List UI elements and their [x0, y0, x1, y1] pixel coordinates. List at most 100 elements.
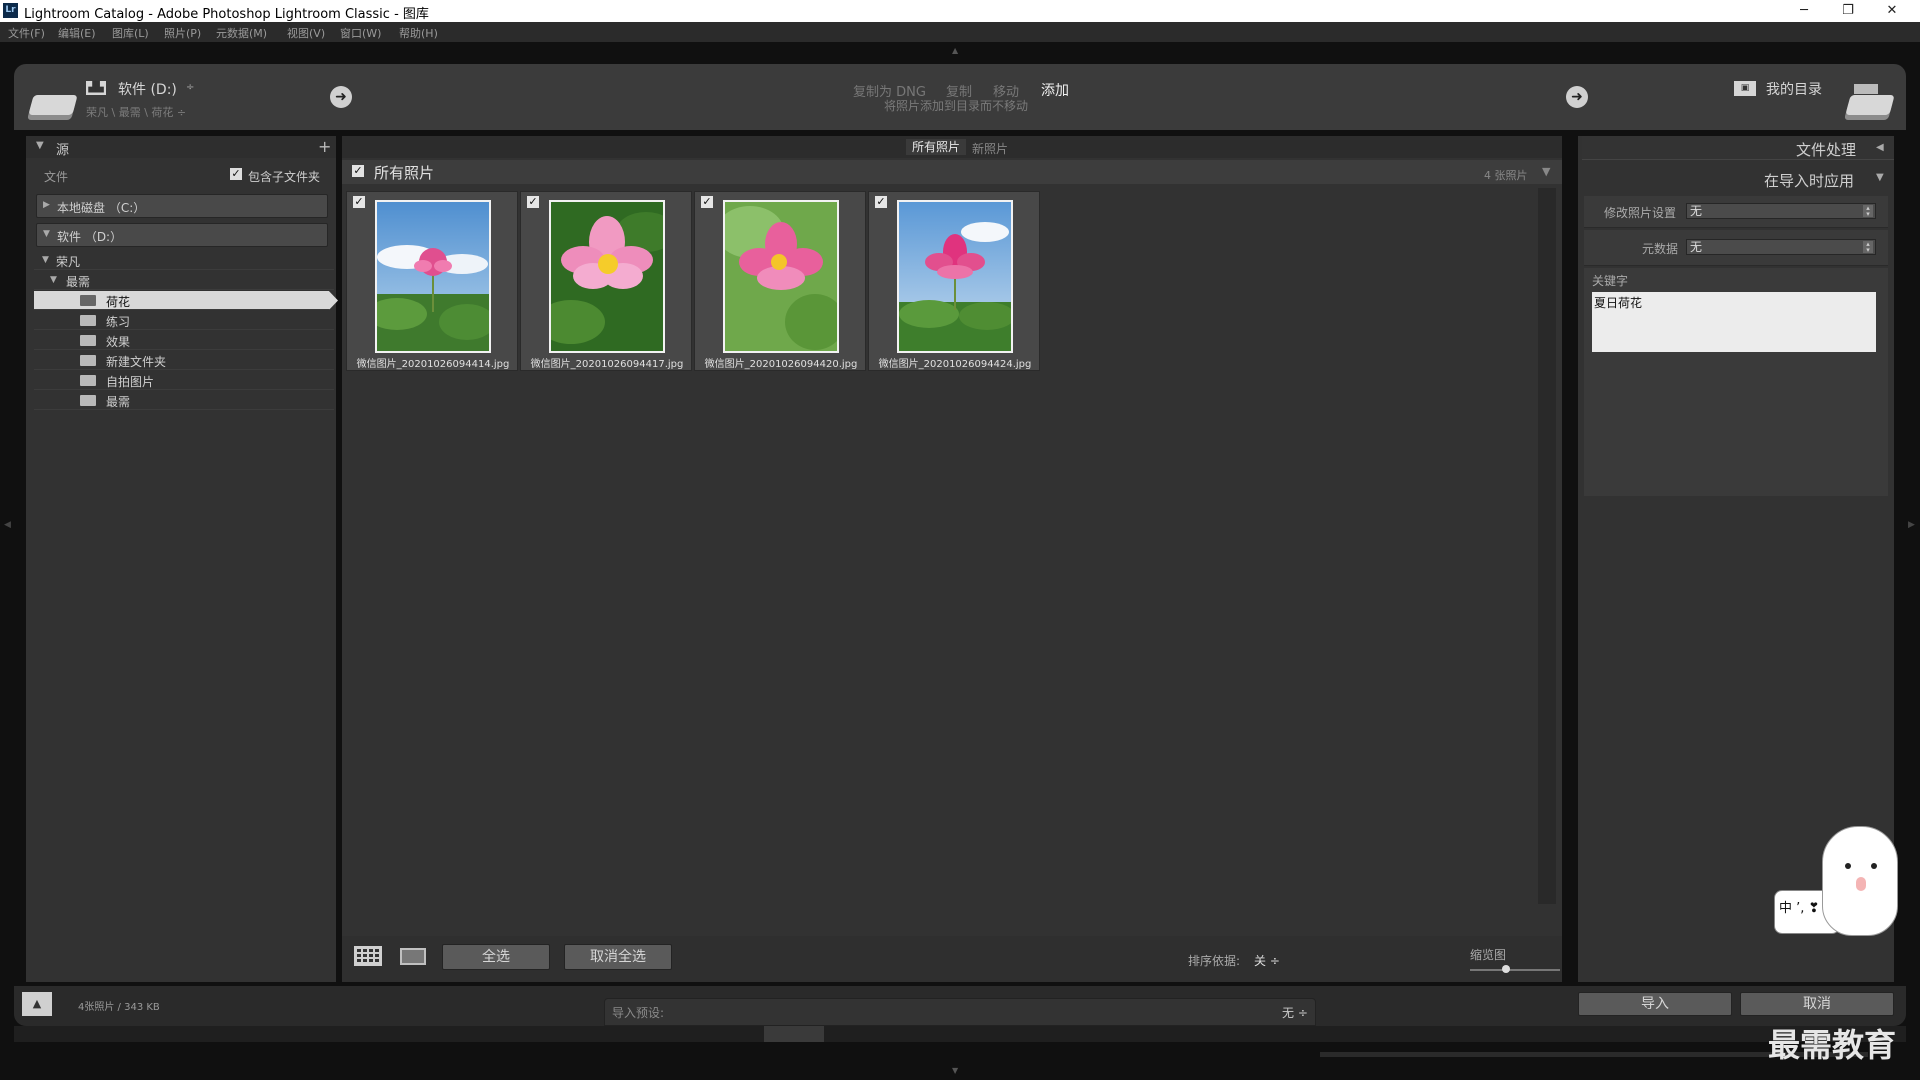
files-label: 文件: [44, 170, 69, 184]
folder-label: 练习: [106, 315, 131, 329]
tree-child-row[interactable]: ▼ 最需: [34, 271, 334, 290]
collapse-triangle-icon[interactable]: ▼: [36, 140, 44, 151]
loupe-view-icon[interactable]: [400, 948, 426, 965]
photo-checkbox[interactable]: ✓: [875, 196, 887, 208]
import-preset-bar[interactable]: [604, 998, 1316, 1026]
tree-root-label: 荣凡: [56, 255, 81, 269]
photo-thumbnail-1: [375, 200, 491, 353]
photo-cell-2[interactable]: ✓ 微信图片_20201026094417.jpg: [520, 191, 692, 371]
tab-new-photos[interactable]: 新照片: [972, 140, 1008, 157]
menu-metadata[interactable]: 元数据(M): [216, 25, 267, 41]
select-all-button[interactable]: 全选: [442, 944, 550, 970]
dropdown-arrows-icon: ▴ ▾: [1863, 205, 1873, 218]
tree-child-label: 最需: [66, 275, 91, 289]
photo-cell-3[interactable]: ✓ 微信图片_20201026094420.jpg: [694, 191, 866, 371]
menu-window[interactable]: 窗口(W): [340, 25, 381, 41]
select-all-checkbox[interactable]: ✓: [352, 165, 364, 177]
filmstrip-selection[interactable]: [764, 1026, 824, 1042]
drive-icon: ▟▙: [86, 81, 106, 95]
source-path[interactable]: 荣凡 \ 最需 \ 荷花 ÷: [86, 104, 186, 120]
grid-view-icon[interactable]: [354, 946, 382, 966]
folder-icon: [80, 355, 96, 366]
minimize-button[interactable]: ─: [1782, 0, 1826, 22]
left-panel-toggle-icon[interactable]: ◀: [4, 520, 11, 530]
lotus-image-1: [377, 202, 489, 351]
folder-row-effect[interactable]: 效果: [34, 331, 334, 350]
source-drive-name[interactable]: 软件 (D:): [118, 79, 177, 99]
photo-thumbnail-4: [897, 200, 1013, 353]
develop-settings-value: 无: [1690, 204, 1703, 218]
destination-disk-icon[interactable]: [1845, 95, 1895, 115]
folder-label: 最需: [106, 395, 131, 409]
tree-root-row[interactable]: ▼ 荣凡: [34, 251, 334, 270]
ime-mascot-icon: [1822, 826, 1898, 936]
folder-row-selfie[interactable]: 自拍图片: [34, 371, 334, 390]
source-drive-dropdown-icon[interactable]: ÷: [186, 82, 194, 93]
thumbnail-slider-handle[interactable]: [1502, 965, 1510, 973]
folder-icon: [80, 315, 96, 326]
menu-help[interactable]: 帮助(H): [399, 25, 438, 41]
import-button[interactable]: 导入: [1578, 992, 1732, 1016]
menu-edit[interactable]: 编辑(E): [58, 25, 96, 41]
menu-file[interactable]: 文件(F): [8, 25, 45, 41]
mascot-eye-icon: [1871, 863, 1877, 869]
window-title: Lightroom Catalog - Adobe Photoshop Ligh…: [24, 7, 429, 22]
menu-library[interactable]: 图库(L): [112, 25, 149, 41]
develop-settings-label: 修改照片设置: [1604, 206, 1677, 220]
add-source-icon[interactable]: +: [318, 137, 331, 156]
photo-filename: 微信图片_20201026094420.jpg: [704, 359, 858, 370]
folder-row-lotus[interactable]: 荷花: [34, 291, 338, 310]
thumbnail-size-label: 缩览图: [1470, 948, 1507, 962]
arrow-right-icon-2: ➜: [1566, 86, 1588, 108]
close-button[interactable]: ✕: [1870, 0, 1914, 22]
source-disk-icon[interactable]: [28, 95, 78, 115]
dropdown-arrows-icon: ▴ ▾: [1863, 241, 1873, 254]
restore-button[interactable]: ❐: [1826, 0, 1870, 22]
filmstrip-toggle-icon[interactable]: ▲: [22, 992, 52, 1016]
photo-filename: 微信图片_20201026094417.jpg: [530, 359, 684, 370]
right-panel-toggle-icon[interactable]: ▶: [1908, 520, 1915, 530]
apply-during-import-title[interactable]: 在导入时应用: [1764, 170, 1854, 191]
folder-row-new-folder[interactable]: 新建文件夹: [34, 351, 334, 370]
filmstrip: [14, 1026, 1906, 1042]
folder-row-zuixu[interactable]: 最需: [34, 391, 334, 410]
metadata-label: 元数据: [1642, 242, 1679, 256]
source-panel-header: [26, 136, 336, 158]
photo-cell-1[interactable]: ✓ 微信图片_20201026094414.jpg: [346, 191, 518, 371]
include-subfolders-checkbox[interactable]: ✓: [230, 168, 242, 180]
mode-add[interactable]: 添加: [1041, 80, 1069, 100]
panel-collapsed-triangle-icon[interactable]: ◀: [1876, 142, 1884, 153]
tree-child-triangle-icon: ▼: [50, 275, 57, 285]
photo-cell-4[interactable]: ✓ 微信图片_20201026094424.jpg: [868, 191, 1040, 371]
menu-photo[interactable]: 照片(P): [164, 25, 201, 41]
sort-dropdown[interactable]: 关 ÷: [1254, 952, 1280, 969]
photo-count: 4 张照片: [1484, 169, 1528, 182]
destination-stack-icon: [1854, 84, 1878, 94]
folder-label: 效果: [106, 335, 131, 349]
panel-expanded-triangle-icon[interactable]: ▼: [1876, 172, 1884, 183]
cancel-button[interactable]: 取消: [1740, 992, 1894, 1016]
grid-menu-triangle-icon[interactable]: ▼: [1542, 165, 1550, 178]
develop-settings-dropdown[interactable]: 无 ▴ ▾: [1686, 203, 1876, 219]
thumbnail-size-slider[interactable]: [1470, 969, 1560, 971]
deselect-all-button[interactable]: 取消全选: [564, 944, 672, 970]
metadata-value: 无: [1690, 240, 1703, 254]
collapse-bottom-icon[interactable]: ▼: [952, 1066, 958, 1075]
menu-view[interactable]: 视图(V): [287, 25, 325, 41]
file-handling-title[interactable]: 文件处理: [1796, 139, 1856, 160]
grid-view-glyph: [357, 949, 379, 962]
keywords-textarea[interactable]: 夏日荷花: [1592, 292, 1876, 352]
metadata-dropdown[interactable]: 无 ▴ ▾: [1686, 239, 1876, 255]
photo-checkbox[interactable]: ✓: [527, 196, 539, 208]
drive-d[interactable]: ▼ 软件 （D:）: [36, 223, 328, 247]
destination-label[interactable]: 我的目录: [1766, 79, 1822, 99]
grid-scrollbar[interactable]: [1538, 188, 1556, 904]
import-preset-label: 导入预设:: [612, 1006, 665, 1020]
import-preset-dropdown[interactable]: 无 ÷: [1282, 1004, 1308, 1021]
folder-row-practice[interactable]: 练习: [34, 311, 334, 330]
drive-c[interactable]: ▶ 本地磁盘 （C:）: [36, 194, 328, 218]
photo-checkbox[interactable]: ✓: [701, 196, 713, 208]
photo-checkbox[interactable]: ✓: [353, 196, 365, 208]
tab-all-photos[interactable]: 所有照片: [906, 139, 967, 155]
collapse-top-icon[interactable]: ▲: [952, 46, 966, 55]
